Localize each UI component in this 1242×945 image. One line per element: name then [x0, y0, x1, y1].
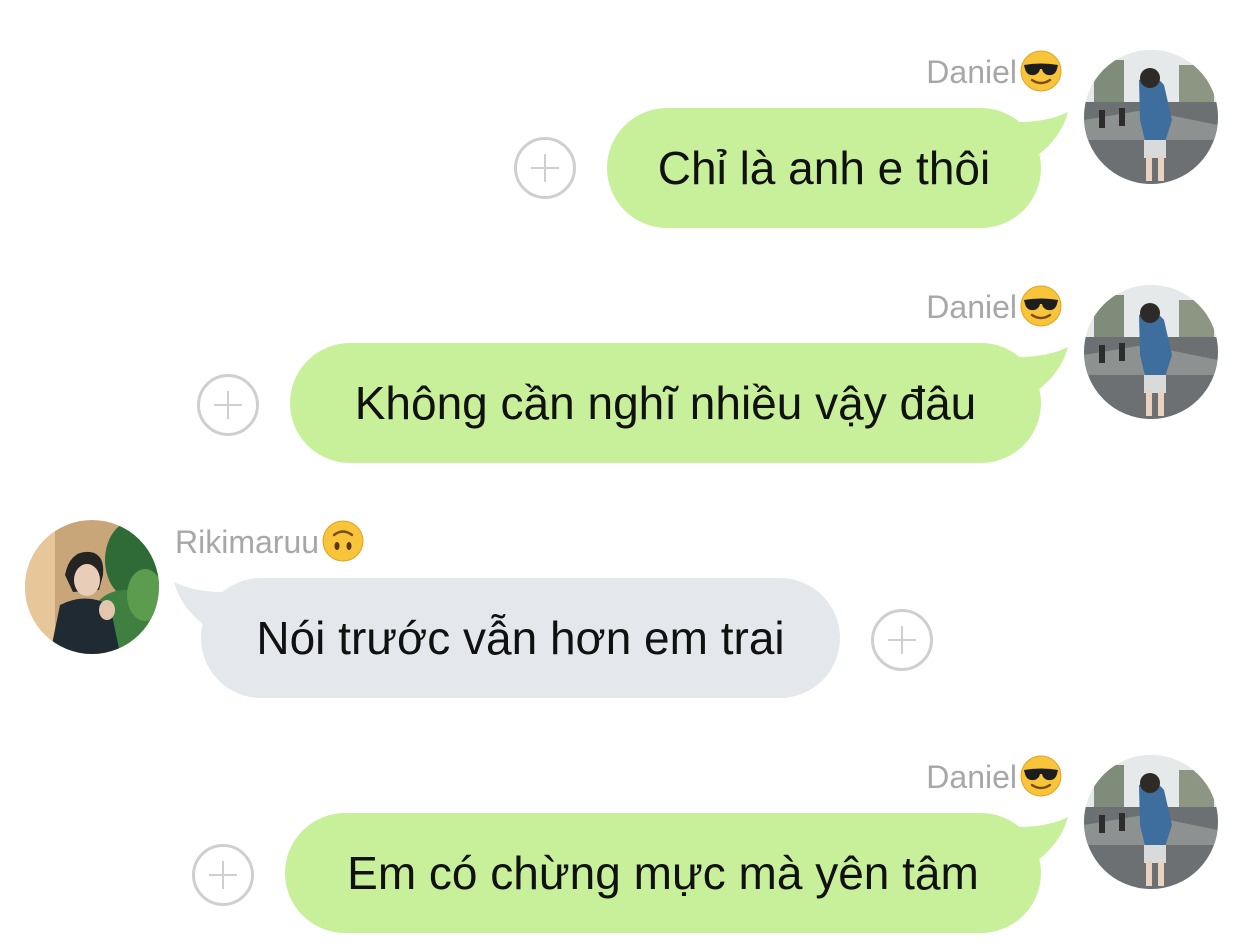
plus-circle-icon[interactable] — [871, 609, 933, 671]
plus-circle-icon[interactable] — [197, 374, 259, 436]
message-row: Daniel Không cần nghĩ nhiều vậy đâu — [0, 235, 1242, 475]
smiling-face-with-sunglasses-icon — [1020, 50, 1062, 92]
message-bubble[interactable]: Không cần nghĩ nhiều vậy đâu — [290, 343, 1041, 463]
message-bubble[interactable]: Em có chừng mực mà yên tâm — [285, 813, 1041, 933]
sender-name: Daniel — [926, 285, 1062, 327]
plus-circle-icon[interactable] — [192, 844, 254, 906]
sender-name: Daniel — [926, 755, 1062, 797]
message-row: Rikimaruu Nói trước vẫn hơn em trai — [0, 470, 1242, 710]
avatar[interactable] — [1084, 755, 1218, 889]
plus-circle-icon[interactable] — [514, 137, 576, 199]
message-bubble[interactable]: Chỉ là anh e thôi — [607, 108, 1041, 228]
upside-down-face-icon — [322, 520, 365, 562]
avatar[interactable] — [25, 520, 159, 654]
smiling-face-with-sunglasses-icon — [1020, 285, 1062, 327]
smiling-face-with-sunglasses-icon — [1020, 755, 1062, 797]
message-bubble[interactable]: Nói trước vẫn hơn em trai — [201, 578, 840, 698]
message-row: Daniel Chỉ là anh e thôi — [0, 0, 1242, 240]
sender-name: Rikimaruu — [175, 520, 365, 562]
message-row: Daniel Em có chừng mực mà yên tâm — [0, 705, 1242, 945]
avatar[interactable] — [1084, 50, 1218, 184]
avatar[interactable] — [1084, 285, 1218, 419]
sender-name: Daniel — [926, 50, 1062, 92]
